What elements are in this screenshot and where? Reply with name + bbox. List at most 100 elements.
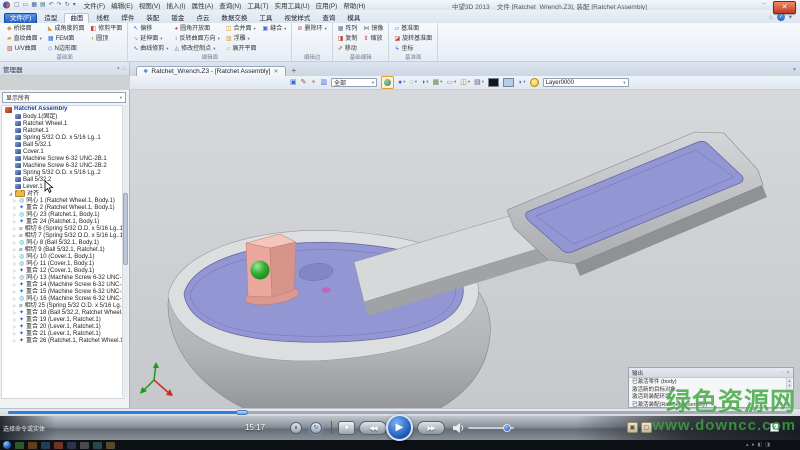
player-loop-button[interactable]: ↻ — [310, 422, 322, 434]
ribbon-tab-曲面[interactable]: 曲面 — [64, 13, 89, 24]
menu-item[interactable]: 工具(T) — [247, 0, 268, 10]
volume-slider-knob[interactable] — [503, 424, 511, 432]
pin-hole[interactable] — [322, 287, 331, 293]
output-close-icon[interactable]: ✕ — [786, 370, 790, 376]
tree-constraint-item[interactable]: ▷✦重合 24 (Ratchet.1, Body.1) — [2, 218, 124, 225]
face-color-swatch[interactable] — [488, 78, 499, 87]
ribbon-button-合并面[interactable]: ◫合并面▾ — [225, 24, 258, 34]
layer-visibility-icon[interactable] — [530, 78, 539, 87]
menu-item[interactable]: 帮助(H) — [343, 0, 365, 10]
tree-component-item[interactable]: Machine Screw 6-32 UNC-2B.2 — [2, 162, 124, 169]
tree-root-item[interactable]: Ratchet Assembly — [2, 106, 124, 113]
tree-component-item[interactable]: Ratchet.1 — [2, 127, 124, 134]
tree-filter-combo[interactable]: 显示所有 ▾ — [2, 92, 126, 103]
transparency-icon[interactable]: ◗▾ — [518, 79, 526, 86]
tray-icon[interactable]: ▴ — [746, 442, 749, 448]
output-minimize-icon[interactable]: ▫ — [781, 370, 783, 376]
minimize-button[interactable]: – — [762, 0, 766, 7]
stop-button[interactable]: ■ — [338, 421, 355, 435]
help-arrow-icon[interactable]: ▾ — [789, 13, 792, 21]
tree-component-item[interactable]: Spring 5/32 O.D. x 5/16 Lg..1 — [2, 134, 124, 141]
ribbon-button-偏移[interactable]: ↖偏移 — [132, 24, 169, 34]
redo-icon[interactable]: ↷ — [57, 2, 62, 8]
ribbon-tab-工具[interactable]: 工具 — [254, 14, 277, 24]
tree-scrollbar[interactable] — [122, 105, 128, 397]
tree-constraint-item[interactable]: ▷⌀相切 7 (Spring 5/32 O.D. x 5/16 Lg..1, B… — [2, 232, 124, 239]
taskbar-app-icon[interactable] — [28, 442, 37, 449]
taskbar-app-icon[interactable] — [106, 442, 115, 449]
pick-filter-icon[interactable]: ✦ — [311, 79, 317, 86]
ribbon-tab-模具[interactable]: 模具 — [342, 14, 365, 24]
ribbon-tab-钣金[interactable]: 钣金 — [166, 14, 189, 24]
fast-forward-button[interactable]: ▶▶ — [417, 421, 445, 435]
tree-constraint-item[interactable]: ▷✦重合 19 (Lever.1, Ratchet.1) — [2, 316, 124, 323]
regen-icon[interactable]: ↻ — [65, 2, 70, 8]
tree-component-item[interactable]: Body.1(固定) — [2, 113, 124, 120]
ribbon-button-浮雕[interactable]: ▥浮雕▾ — [225, 34, 258, 44]
tree-constraint-item[interactable]: ▷✦重合 21 (Lever.1, Ratchet.1) — [2, 330, 124, 337]
ribbon-tab-数据交换[interactable]: 数据交换 — [216, 14, 252, 24]
watermark-checkbox[interactable]: ✓ — [770, 423, 779, 432]
window-view-icon[interactable]: ▭▾ — [446, 79, 456, 86]
player-mode-button[interactable]: ∨ — [290, 422, 302, 434]
ribbon-tab-线框[interactable]: 线框 — [91, 14, 114, 24]
tray-icon[interactable]: ● — [752, 442, 755, 448]
ribbon-button-阵列[interactable]: ▦阵列 — [337, 24, 359, 34]
menu-item[interactable]: 视图(V) — [139, 0, 161, 10]
menu-item[interactable]: 应用(P) — [316, 0, 338, 10]
highlight-color-swatch[interactable] — [503, 78, 514, 87]
detent-ball[interactable] — [251, 261, 270, 280]
tree-component-item[interactable]: Machine Screw 6-32 UNC-2B.1 — [2, 155, 124, 162]
tree-constraint-item[interactable]: ▷◎同心 16 (Machine Screw 6-32 UNC-2B.2, Bo… — [2, 295, 124, 302]
ribbon-tab-文件(F)[interactable]: 文件(F) — [4, 13, 37, 24]
select-tool-icon[interactable]: ▣ — [290, 79, 297, 86]
tree-component-item[interactable]: Ball 5/32.1 — [2, 141, 124, 148]
taskbar-app-icon[interactable] — [15, 442, 24, 449]
tree-constraint-item[interactable]: ▷✦重合 12 (Cover.1, Body.1) — [2, 267, 124, 274]
ribbon-tab-点云[interactable]: 点云 — [191, 14, 214, 24]
volume-icon[interactable] — [452, 422, 465, 434]
close-button[interactable]: ✕ — [773, 1, 796, 14]
brush-icon[interactable]: ✎ — [301, 79, 307, 86]
save-icon[interactable]: ▦ — [31, 2, 37, 8]
ribbon-button-复制[interactable]: ◨复制 — [337, 34, 359, 44]
tree-scrollbar-thumb[interactable] — [123, 193, 128, 265]
document-tab[interactable]: ❖ Ratchet_Wrench.Z3 - [Ratchet Assembly]… — [136, 66, 286, 77]
tree-constraint-item[interactable]: ▷✦重合 2 (Ratchet Wheel.1, Body.1) — [2, 204, 124, 211]
menu-item[interactable]: 查询(N) — [219, 0, 241, 10]
menu-item[interactable]: 文件(F) — [84, 0, 105, 10]
ribbon-tab-焊件[interactable]: 焊件 — [116, 14, 139, 24]
document-tab-close-icon[interactable]: ✕ — [274, 69, 279, 75]
tree-constraints-folder[interactable]: ◢对齐 — [2, 190, 124, 197]
ribbon-tab-装配[interactable]: 装配 — [141, 14, 164, 24]
menu-item[interactable]: 插入(I) — [166, 0, 185, 10]
tree-constraint-item[interactable]: ▷✦重合 18 (Ball 5/32.2, Ratchet Wheel.1) — [2, 309, 124, 316]
ribbon-button-缝合[interactable]: ▣缝合▾ — [261, 24, 287, 34]
ribbon-button-缩放[interactable]: ⇕缩放 — [362, 34, 384, 44]
tree-constraint-item[interactable]: ▷✦重合 26 (Ratchet.1, Ratchet Wheel.1) — [2, 337, 124, 344]
tray-icon[interactable]: ◨ — [765, 442, 770, 448]
tree-component-item[interactable]: Cover.1 — [2, 148, 124, 155]
menu-item[interactable]: 编辑(E) — [111, 0, 133, 10]
windows-start-button[interactable] — [3, 441, 11, 449]
dropdown-arrow-icon[interactable]: ▾ — [73, 2, 76, 8]
section-view-icon[interactable]: ◫▾ — [460, 79, 470, 86]
lever-block-side[interactable] — [270, 242, 296, 297]
ribbon-button-延伸面[interactable]: ↘延伸面▾ — [132, 34, 169, 44]
undo-icon[interactable]: ↶ — [49, 2, 54, 8]
tree-constraint-item[interactable]: ▷◎同心 8 (Ball 5/32.1, Body.1) — [2, 239, 124, 246]
output-scrollbar[interactable]: ▲▼ — [786, 378, 792, 407]
chart-icon[interactable]: ▥ — [320, 79, 327, 86]
tree-component-item[interactable]: Spring 5/32 O.D. x 5/16 Lg..2 — [2, 169, 124, 176]
open-file-icon[interactable]: ▭ — [23, 2, 29, 8]
view-orientation-icon[interactable]: ◑▾ — [421, 79, 429, 86]
display-set-icon[interactable]: ▤▾ — [474, 79, 484, 86]
video-seek-handle[interactable] — [236, 410, 248, 415]
taskbar-app-icon[interactable] — [41, 442, 50, 449]
new-document-tab[interactable]: + — [286, 66, 303, 76]
3d-model-ratchet-wrench[interactable] — [130, 90, 800, 408]
taskbar-app-icon[interactable] — [80, 442, 89, 449]
ribbon-button-基准面[interactable]: ▱基准面 — [393, 24, 433, 34]
play-button[interactable]: ▶ — [386, 414, 413, 441]
taskbar-app-icon[interactable] — [93, 442, 102, 449]
